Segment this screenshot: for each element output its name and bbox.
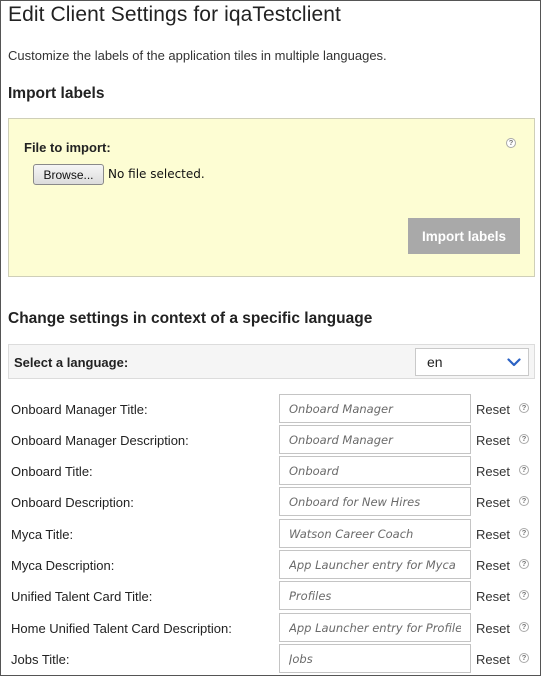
help-icon[interactable]: ? [519,590,529,600]
language-select[interactable]: en [415,348,529,376]
field-label: Myca Description: [11,558,115,573]
field-row-unified-talent-card-title: Unified Talent Card Title: Reset ? [1,581,540,611]
help-icon[interactable]: ? [519,465,529,475]
field-row-onboard-manager-description: Onboard Manager Description: Reset ? [1,425,540,455]
help-icon[interactable]: ? [519,653,529,663]
field-label: Home Unified Talent Card Description: [11,621,232,636]
reset-link[interactable]: Reset [476,495,510,510]
reset-link[interactable]: Reset [476,621,510,636]
help-icon[interactable]: ? [519,622,529,632]
page-intro: Customize the labels of the application … [8,48,387,63]
help-icon[interactable]: ? [519,496,529,506]
field-label: Onboard Title: [11,464,93,479]
field-label: Onboard Manager Description: [11,433,189,448]
myca-description-input[interactable] [279,550,471,579]
field-row-onboard-description: Onboard Description: Reset ? [1,487,540,517]
field-row-onboard-manager-title: Onboard Manager Title: Reset ? [1,394,540,424]
field-label: Onboard Manager Title: [11,402,148,417]
help-icon[interactable]: ? [519,434,529,444]
language-section-heading: Change settings in context of a specific… [8,310,373,327]
reset-link[interactable]: Reset [476,652,510,667]
onboard-description-input[interactable] [279,487,471,516]
myca-title-input[interactable] [279,519,471,548]
language-select-value: en [427,354,443,370]
reset-link[interactable]: Reset [476,433,510,448]
field-row-myca-title: Myca Title: Reset ? [1,519,540,549]
browse-button[interactable]: Browse... [33,164,104,185]
select-language-label: Select a language: [14,355,129,370]
page-title: Edit Client Settings for iqaTestclient [8,3,341,26]
reset-link[interactable]: Reset [476,464,510,479]
reset-link[interactable]: Reset [476,527,510,542]
onboard-manager-description-input[interactable] [279,425,471,454]
import-labels-button[interactable]: Import labels [408,218,520,254]
language-select-bar: Select a language: en [8,344,535,379]
field-label: Onboard Description: [11,495,134,510]
help-icon[interactable]: ? [519,559,529,569]
onboard-title-input[interactable] [279,456,471,485]
unified-talent-card-title-input[interactable] [279,581,471,610]
field-row-home-unified-talent-card-description: Home Unified Talent Card Description: Re… [1,613,540,643]
help-icon[interactable]: ? [519,403,529,413]
import-heading: Import labels [8,85,105,102]
field-row-myca-description: Myca Description: Reset ? [1,550,540,580]
chevron-down-icon [507,357,521,366]
onboard-manager-title-input[interactable] [279,394,471,423]
field-label: Unified Talent Card Title: [11,589,153,604]
home-unified-talent-card-description-input[interactable] [279,613,471,642]
help-icon[interactable]: ? [519,528,529,538]
reset-link[interactable]: Reset [476,589,510,604]
import-panel: File to import: ? Browse... No file sele… [8,118,535,277]
field-label: Myca Title: [11,527,74,542]
reset-link[interactable]: Reset [476,402,510,417]
field-row-jobs-title: Jobs Title: Reset ? [1,644,540,674]
jobs-title-input[interactable] [279,644,471,673]
field-row-onboard-title: Onboard Title: Reset ? [1,456,540,486]
field-label: Jobs Title: [11,652,70,667]
reset-link[interactable]: Reset [476,558,510,573]
file-to-import-label: File to import: [24,140,111,155]
no-file-selected-text: No file selected. [108,167,205,181]
help-icon[interactable]: ? [506,138,516,148]
page: Edit Client Settings for iqaTestclient C… [0,0,541,676]
